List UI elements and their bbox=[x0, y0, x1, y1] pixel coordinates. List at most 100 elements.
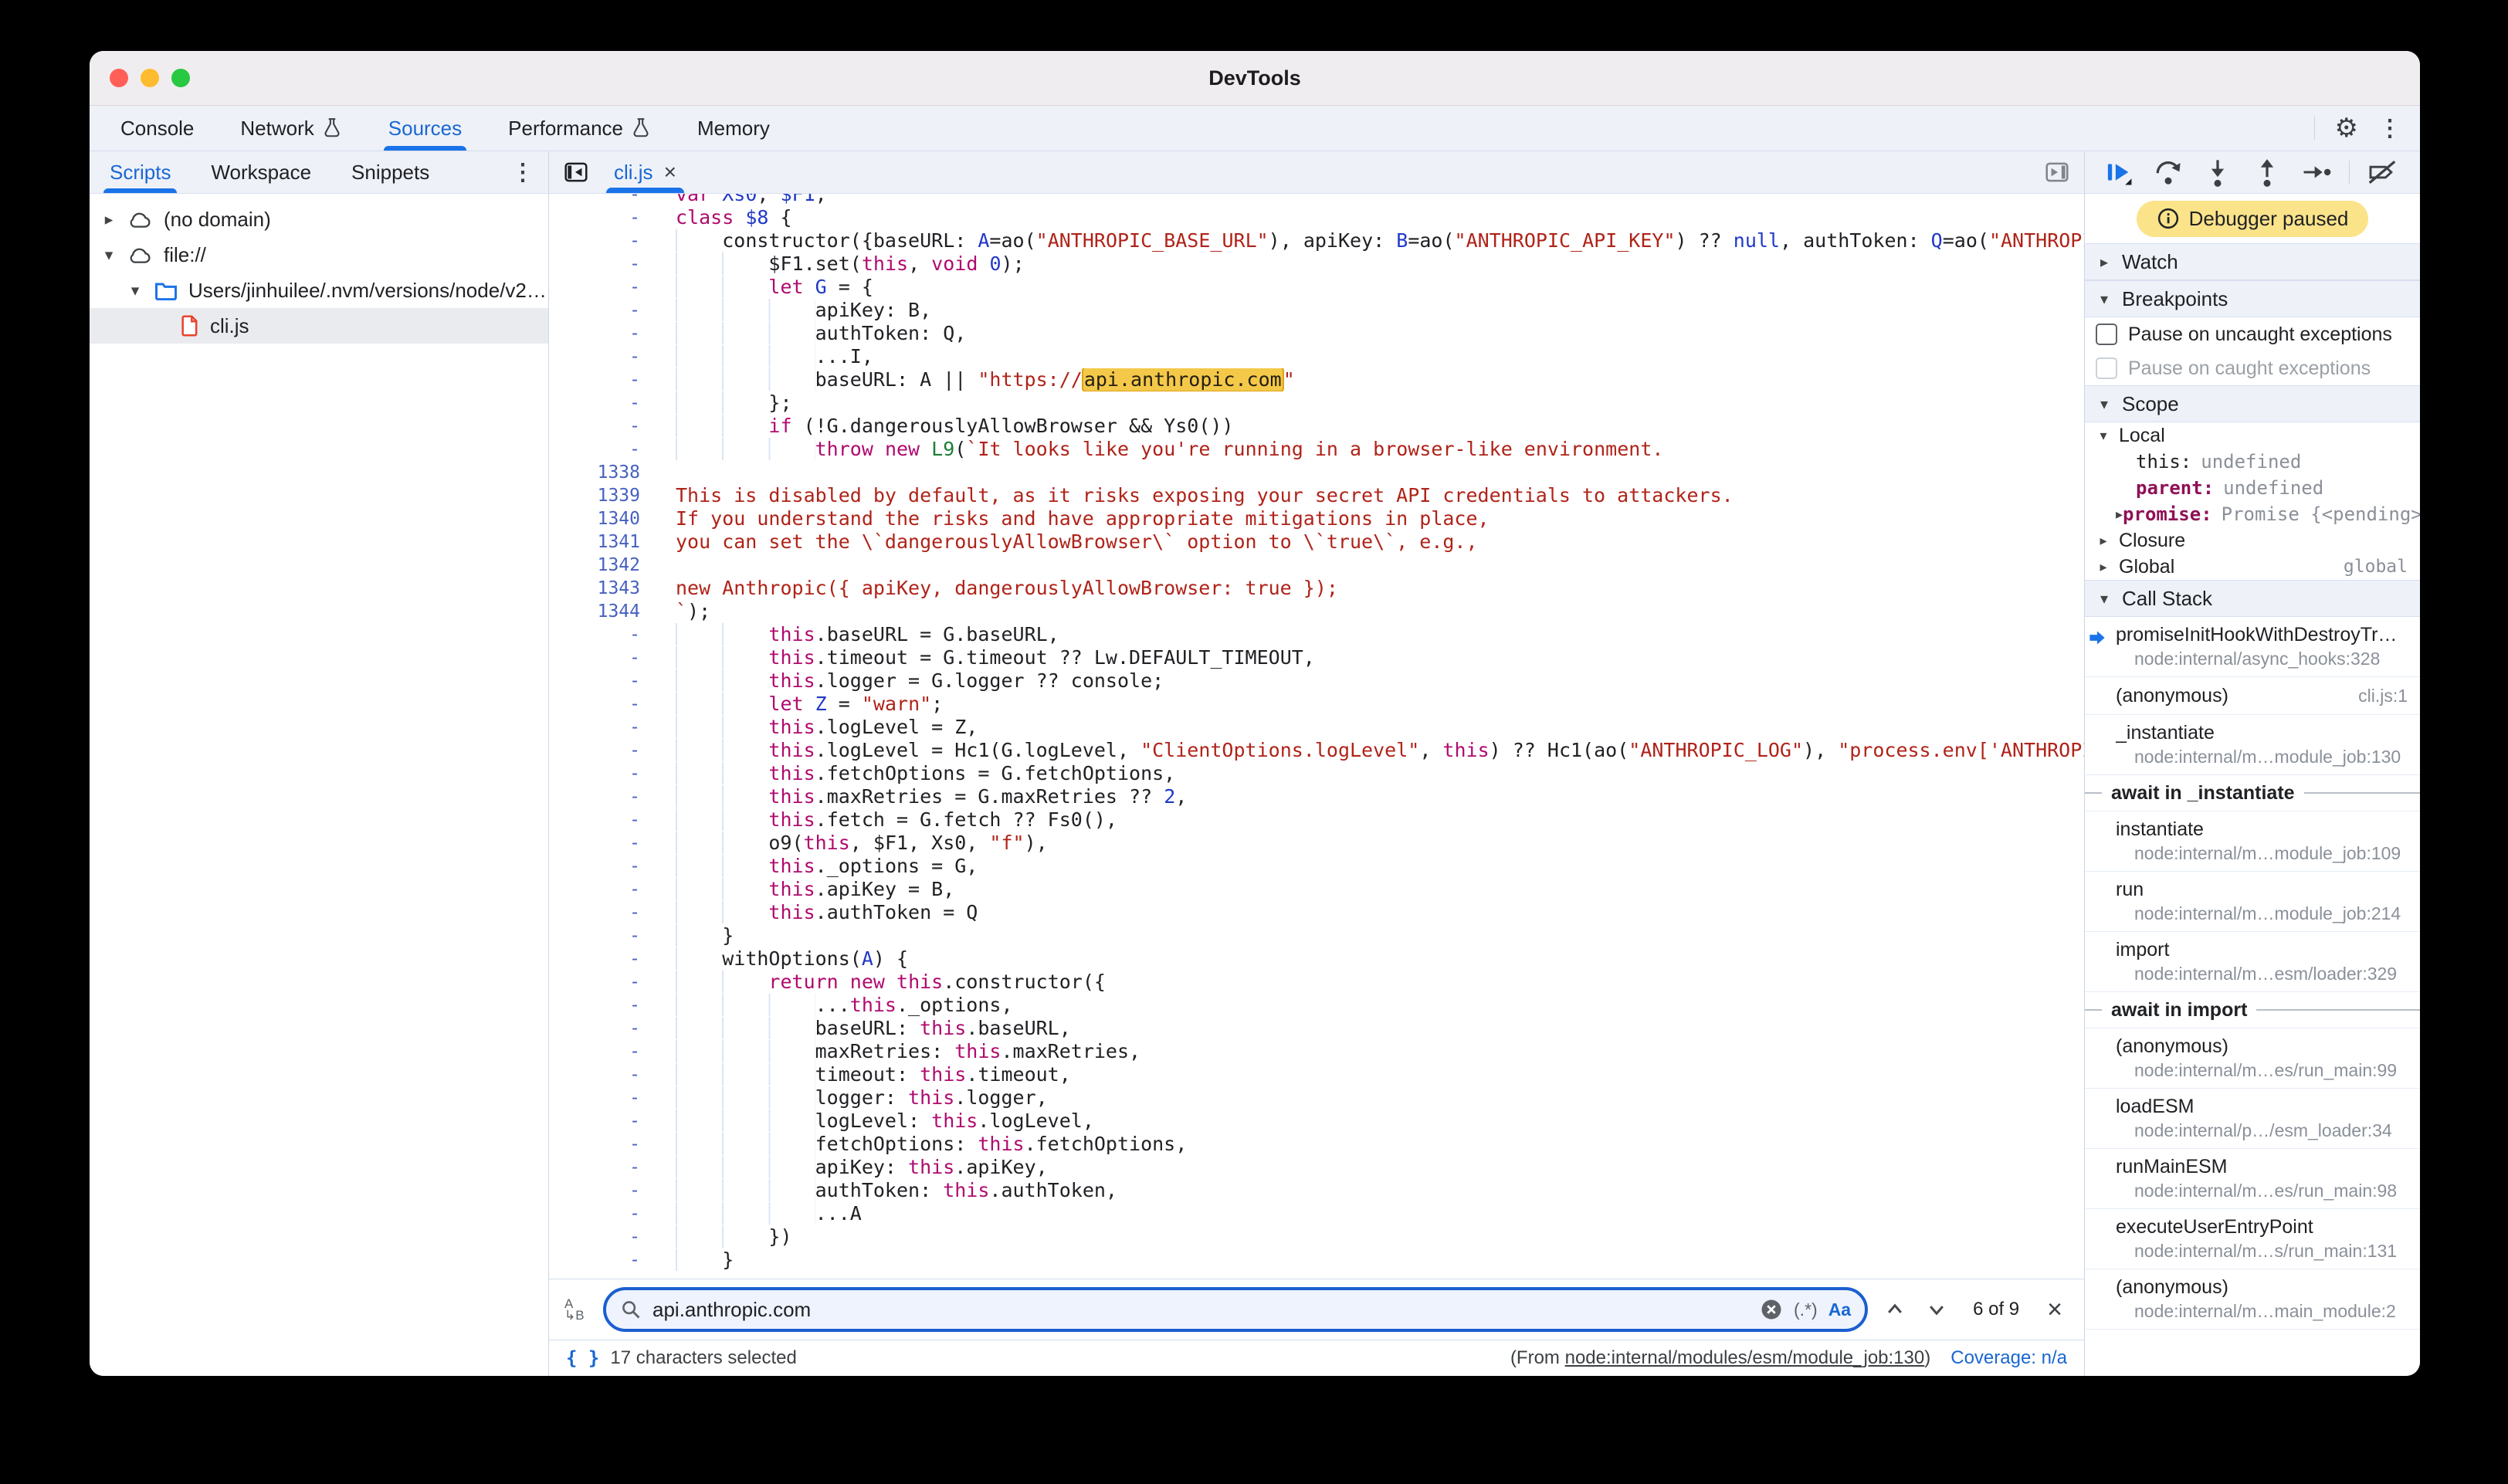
line-number[interactable]: - bbox=[549, 276, 654, 299]
line-number[interactable]: - bbox=[549, 1225, 654, 1249]
line-number[interactable]: - bbox=[549, 994, 654, 1017]
call-stack-frame[interactable]: (anonymous)node:internal/m…es/run_main:9… bbox=[2085, 1028, 2420, 1089]
line-number[interactable]: - bbox=[549, 1040, 654, 1063]
source-map-link[interactable]: node:internal/modules/esm/module_job:130 bbox=[1565, 1347, 1925, 1368]
line-number[interactable]: - bbox=[549, 299, 654, 322]
navigator-tab-snippets[interactable]: Snippets bbox=[331, 151, 449, 193]
step-out-button[interactable] bbox=[2250, 155, 2284, 189]
line-number[interactable]: - bbox=[549, 901, 654, 924]
line-number[interactable]: 1339 bbox=[549, 484, 654, 507]
call-stack-frame[interactable]: importnode:internal/m…esm/loader:329 bbox=[2085, 932, 2420, 992]
breakpoint-option[interactable]: Pause on uncaught exceptions bbox=[2085, 317, 2420, 351]
next-match-icon[interactable] bbox=[1922, 1299, 1951, 1320]
scope-variable-parent[interactable]: parent:undefined bbox=[2085, 475, 2420, 501]
code-editor[interactable]: -var Xs0, $F1;-class $8 {- constructor({… bbox=[549, 194, 2084, 1279]
line-number[interactable]: - bbox=[549, 229, 654, 252]
tree-item-users-jinhuilee-nvm-versions-node-v2-[interactable]: ▾Users/jinhuilee/.nvm/versions/node/v2… bbox=[90, 273, 548, 308]
clear-search-icon[interactable] bbox=[1760, 1298, 1783, 1321]
hide-navigator-icon[interactable] bbox=[557, 159, 595, 185]
line-number[interactable]: - bbox=[549, 924, 654, 947]
line-number[interactable]: 1338 bbox=[549, 461, 654, 484]
step-button[interactable] bbox=[2300, 155, 2333, 189]
scope-group-closure[interactable]: ▸Closure bbox=[2085, 527, 2420, 554]
step-into-button[interactable] bbox=[2201, 155, 2235, 189]
show-debugger-sidebar-icon[interactable] bbox=[2038, 159, 2076, 185]
call-stack-frame[interactable]: executeUserEntryPointnode:internal/m…s/r… bbox=[2085, 1209, 2420, 1269]
call-stack-frame[interactable]: loadESMnode:internal/p…/esm_loader:34 bbox=[2085, 1089, 2420, 1149]
step-over-button[interactable] bbox=[2151, 155, 2185, 189]
tab-network[interactable]: Network bbox=[217, 106, 364, 151]
line-number[interactable]: - bbox=[549, 739, 654, 762]
line-number[interactable]: - bbox=[549, 415, 654, 438]
line-number[interactable]: - bbox=[549, 808, 654, 832]
tree-item--no-domain-[interactable]: ▸(no domain) bbox=[90, 202, 548, 237]
line-number[interactable]: - bbox=[549, 878, 654, 901]
call-stack-frame[interactable]: (anonymous)node:internal/m…main_module:2 bbox=[2085, 1269, 2420, 1330]
close-find-bar-icon[interactable]: × bbox=[2041, 1296, 2069, 1323]
line-number[interactable]: - bbox=[549, 1063, 654, 1086]
breakpoint-option[interactable]: Pause on caught exceptions bbox=[2085, 351, 2420, 385]
editor-tab-cli-js[interactable]: cli.js × bbox=[598, 151, 692, 193]
scope-group-global[interactable]: ▸Globalglobal bbox=[2085, 554, 2420, 580]
scope-variable-this[interactable]: this:undefined bbox=[2085, 449, 2420, 475]
call-stack-section-header[interactable]: ▾ Call Stack bbox=[2085, 580, 2420, 617]
line-number[interactable]: 1341 bbox=[549, 530, 654, 554]
call-stack-frame[interactable]: _instantiatenode:internal/m…module_job:1… bbox=[2085, 715, 2420, 775]
regex-toggle-icon[interactable]: (.*) bbox=[1794, 1299, 1818, 1320]
line-number[interactable]: - bbox=[549, 762, 654, 785]
navigator-tab-workspace[interactable]: Workspace bbox=[191, 151, 331, 193]
line-number[interactable]: - bbox=[549, 368, 654, 391]
line-number[interactable]: - bbox=[549, 345, 654, 368]
replace-toggle-icon[interactable]: A↳B bbox=[564, 1298, 591, 1321]
more-options-icon[interactable]: ⋮ bbox=[2378, 115, 2401, 142]
line-number[interactable]: - bbox=[549, 322, 654, 345]
line-number[interactable]: - bbox=[549, 1156, 654, 1179]
tab-console[interactable]: Console bbox=[97, 106, 217, 151]
call-stack-frame[interactable]: runMainESMnode:internal/m…es/run_main:98 bbox=[2085, 1149, 2420, 1209]
watch-section-header[interactable]: ▸ Watch bbox=[2085, 243, 2420, 280]
tree-item-cli-js[interactable]: cli.js bbox=[90, 308, 548, 344]
line-number[interactable]: - bbox=[549, 785, 654, 808]
navigator-tab-scripts[interactable]: Scripts bbox=[90, 151, 191, 193]
call-stack-frame[interactable]: promiseInitHookWithDestroyTr…node:intern… bbox=[2085, 617, 2420, 677]
tab-sources[interactable]: Sources bbox=[365, 106, 485, 151]
coverage-link[interactable]: Coverage: n/a bbox=[1950, 1347, 2067, 1369]
match-case-toggle-icon[interactable]: Aa bbox=[1828, 1299, 1851, 1320]
line-number[interactable]: 1344 bbox=[549, 600, 654, 623]
line-number[interactable]: - bbox=[549, 716, 654, 739]
line-number[interactable]: - bbox=[549, 252, 654, 276]
line-number[interactable]: - bbox=[549, 1202, 654, 1225]
zoom-window-button[interactable] bbox=[171, 69, 190, 87]
search-input[interactable]: api.anthropic.com (.*) Aa bbox=[603, 1287, 1868, 1332]
line-number[interactable]: - bbox=[549, 1017, 654, 1040]
line-number[interactable]: - bbox=[549, 832, 654, 855]
disclosure-right-icon[interactable]: ▸ bbox=[100, 210, 117, 229]
tab-memory[interactable]: Memory bbox=[674, 106, 793, 151]
line-number[interactable]: - bbox=[549, 194, 654, 206]
line-number[interactable]: - bbox=[549, 669, 654, 693]
scope-variable-promise[interactable]: ▸promise:Promise {<pending>} bbox=[2085, 501, 2420, 527]
settings-gear-icon[interactable]: ⚙ bbox=[2335, 115, 2358, 141]
call-stack-frame[interactable]: (anonymous)cli.js:1 bbox=[2085, 677, 2420, 715]
line-number[interactable]: - bbox=[549, 646, 654, 669]
line-number[interactable]: - bbox=[549, 693, 654, 716]
line-number[interactable]: - bbox=[549, 1110, 654, 1133]
close-tab-icon[interactable]: × bbox=[664, 160, 676, 185]
call-stack-frame[interactable]: runnode:internal/m…module_job:214 bbox=[2085, 872, 2420, 932]
line-number[interactable]: - bbox=[549, 438, 654, 461]
line-number[interactable]: - bbox=[549, 971, 654, 994]
resume-script-button[interactable] bbox=[2102, 155, 2136, 189]
disclosure-down-icon[interactable]: ▾ bbox=[100, 246, 117, 265]
line-number[interactable]: 1340 bbox=[549, 507, 654, 530]
navigator-more-icon[interactable]: ⋮ bbox=[511, 159, 548, 186]
breakpoints-section-header[interactable]: ▾ Breakpoints bbox=[2085, 280, 2420, 317]
line-number[interactable]: - bbox=[549, 947, 654, 971]
line-number[interactable]: - bbox=[549, 1249, 654, 1272]
checkbox[interactable] bbox=[2096, 324, 2117, 345]
line-number[interactable]: - bbox=[549, 1133, 654, 1156]
line-number[interactable]: 1343 bbox=[549, 577, 654, 600]
scope-section-header[interactable]: ▾ Scope bbox=[2085, 385, 2420, 422]
deactivate-breakpoints-button[interactable] bbox=[2365, 155, 2399, 189]
line-number[interactable]: - bbox=[549, 1179, 654, 1202]
minimize-window-button[interactable] bbox=[141, 69, 159, 87]
